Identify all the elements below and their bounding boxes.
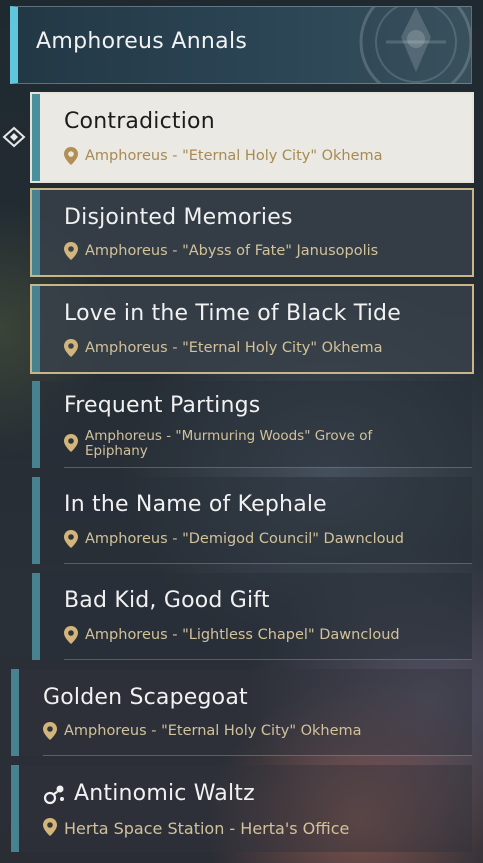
mission-location: Amphoreus - "Abyss of Fate" Janusopolis xyxy=(85,243,379,259)
mission-title: In the Name of Kephale xyxy=(64,492,327,517)
map-pin-icon xyxy=(64,242,78,260)
side-bar xyxy=(32,286,40,372)
mission-location: Amphoreus - "Eternal Holy City" Okhema xyxy=(64,723,362,739)
mission-title: Bad Kid, Good Gift xyxy=(64,588,270,613)
map-pin-icon xyxy=(64,339,78,357)
map-pin-icon xyxy=(64,434,78,452)
mission-location: Herta Space Station - Herta's Office xyxy=(64,819,350,838)
mission-location: Amphoreus - "Eternal Holy City" Okhema xyxy=(85,148,383,164)
mission-item[interactable]: Frequent Partings Amphoreus - "Murmuring… xyxy=(32,381,472,468)
side-bar xyxy=(32,190,40,275)
annals-header[interactable]: Amphoreus Annals xyxy=(10,6,472,84)
molecule-icon xyxy=(43,785,64,805)
map-pin-icon xyxy=(43,818,57,836)
mission-item[interactable]: Contradiction Amphoreus - "Eternal Holy … xyxy=(30,92,474,183)
mission-title: Contradiction xyxy=(64,109,215,134)
side-bar xyxy=(11,669,19,756)
mission-location: Amphoreus - "Murmuring Woods" Grove of E… xyxy=(85,428,373,459)
mission-item[interactable]: Bad Kid, Good Gift Amphoreus - "Lightles… xyxy=(32,573,472,660)
map-pin-icon xyxy=(64,626,78,644)
mission-location: Amphoreus - "Lightless Chapel" Dawncloud xyxy=(85,627,400,643)
mission-title: Frequent Partings xyxy=(64,393,261,418)
map-pin-icon xyxy=(64,147,78,165)
divider xyxy=(43,755,472,756)
emblem-icon xyxy=(359,7,471,83)
mission-item[interactable]: Golden Scapegoat Amphoreus - "Eternal Ho… xyxy=(11,669,472,756)
mission-title: Disjointed Memories xyxy=(64,205,293,230)
side-bar xyxy=(32,94,40,181)
divider xyxy=(64,563,472,564)
mission-title: Antinomic Waltz xyxy=(74,781,255,806)
mission-item[interactable]: Love in the Time of Black Tide Amphoreus… xyxy=(30,284,474,374)
divider xyxy=(64,467,472,468)
side-bar xyxy=(32,381,40,468)
diamond-pointer-icon xyxy=(2,126,26,148)
divider xyxy=(64,659,472,660)
map-pin-icon xyxy=(43,722,57,740)
mission-item[interactable]: Antinomic Waltz Herta Space Station - He… xyxy=(11,765,472,852)
mission-item[interactable]: Disjointed Memories Amphoreus - "Abyss o… xyxy=(30,188,474,277)
map-pin-icon xyxy=(64,530,78,548)
side-bar xyxy=(11,765,19,852)
mission-title: Golden Scapegoat xyxy=(43,685,248,710)
mission-panel: Amphoreus Annals Contradiction Amphoreus… xyxy=(0,0,483,863)
header-title: Amphoreus Annals xyxy=(36,29,248,54)
side-bar xyxy=(32,573,40,660)
mission-location: Amphoreus - "Eternal Holy City" Okhema xyxy=(85,340,383,356)
mission-location: Amphoreus - "Demigod Council" Dawncloud xyxy=(85,531,404,547)
mission-item[interactable]: In the Name of Kephale Amphoreus - "Demi… xyxy=(32,477,472,564)
mission-title: Love in the Time of Black Tide xyxy=(64,301,401,326)
side-bar xyxy=(32,477,40,564)
